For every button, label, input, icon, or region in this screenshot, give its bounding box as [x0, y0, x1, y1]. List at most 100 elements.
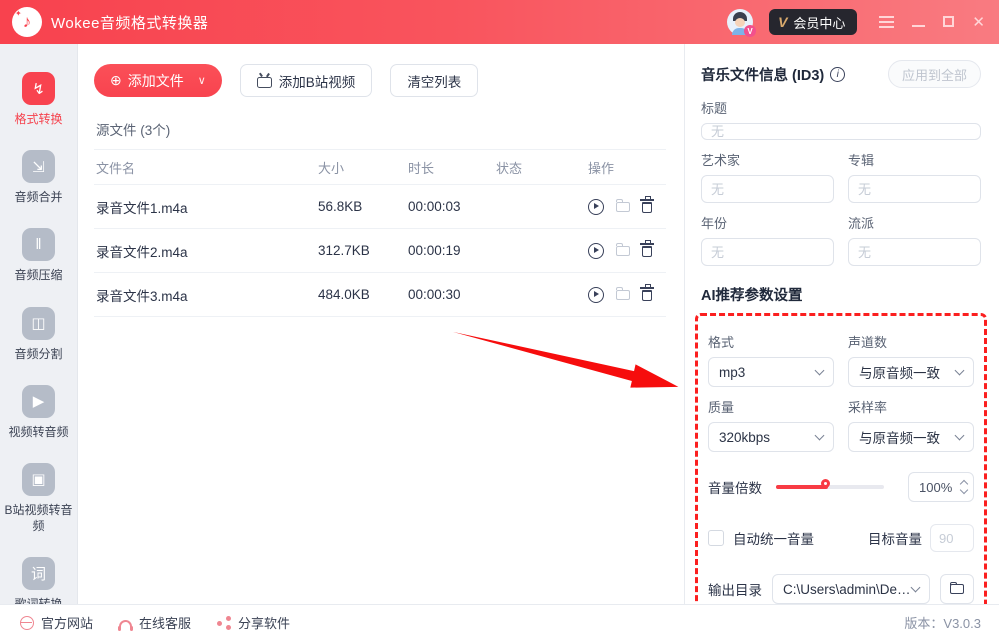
- volume-value-stepper[interactable]: 100%: [908, 472, 974, 502]
- user-avatar[interactable]: V: [727, 9, 753, 35]
- format-select-label: 格式: [708, 332, 834, 351]
- member-center-button[interactable]: V 会员中心: [769, 9, 857, 35]
- vip-v-icon: V: [778, 14, 787, 30]
- info-icon[interactable]: i: [830, 67, 845, 82]
- format-select[interactable]: mp3: [708, 357, 834, 387]
- sparkle-icon: ✦: [15, 9, 22, 18]
- plus-circle-icon: ⊕: [110, 72, 122, 89]
- chevron-down-icon: [955, 365, 965, 375]
- add-bilibili-button[interactable]: 添加B站视频: [240, 64, 373, 97]
- version-text: 版本：V3.0.3: [904, 613, 981, 632]
- lyrics-icon: 词: [22, 557, 55, 590]
- tv-icon: [257, 77, 272, 88]
- source-files-title: 源文件 (3个): [96, 119, 666, 139]
- id3-section-title: 音乐文件信息 (ID3): [701, 64, 824, 85]
- delete-icon[interactable]: [642, 202, 652, 213]
- open-folder-icon[interactable]: [616, 246, 630, 256]
- audio-split-icon: ◫: [22, 307, 55, 340]
- chevron-down-icon: [815, 430, 825, 440]
- folder-icon: [950, 584, 964, 594]
- table-header: 文件名 大小 时长 状态 操作: [94, 149, 666, 185]
- add-files-button[interactable]: ⊕ 添加文件 ∨: [94, 64, 222, 97]
- table-row[interactable]: 录音文件3.m4a 484.0KB 00:00:30: [94, 273, 666, 317]
- sidebar-item-video-to-audio[interactable]: ▶ 视频转音频: [3, 385, 75, 440]
- audio-compress-icon: ‖: [22, 228, 55, 261]
- title-bar: ✦ ♪ Wokee音频格式转换器 V V 会员中心 ✕: [0, 0, 999, 44]
- open-folder-icon[interactable]: [616, 202, 630, 212]
- play-icon[interactable]: [588, 287, 604, 303]
- menu-icon[interactable]: [879, 13, 894, 31]
- table-row[interactable]: 录音文件2.m4a 312.7KB 00:00:19: [94, 229, 666, 273]
- chevron-down-icon: [911, 582, 921, 592]
- volume-slider[interactable]: [776, 485, 884, 489]
- app-title: Wokee音频格式转换器: [51, 12, 208, 33]
- title-field-label: 标题: [701, 98, 981, 117]
- app-logo: ✦ ♪: [12, 7, 42, 37]
- official-site-link[interactable]: 官方网站: [20, 613, 93, 632]
- output-dir-select[interactable]: C:\Users\admin\Deskt...: [772, 574, 930, 604]
- video-to-audio-icon: ▶: [22, 385, 55, 418]
- ai-params-annotation-box: 格式 mp3 声道数 与原音频一致: [695, 313, 987, 621]
- ai-params-section-title: AI推荐参数设置: [701, 284, 981, 305]
- artist-field[interactable]: [701, 175, 834, 203]
- genre-field-label: 流派: [848, 213, 981, 232]
- samplerate-select-label: 采样率: [848, 397, 974, 416]
- chevron-down-icon: ∨: [198, 74, 206, 87]
- album-field-label: 专辑: [848, 150, 981, 169]
- apply-to-all-button[interactable]: 应用到全部: [888, 60, 981, 88]
- maximize-button[interactable]: [943, 15, 954, 30]
- share-icon: [217, 616, 231, 630]
- play-icon[interactable]: [588, 199, 604, 215]
- audio-merge-icon: ⇲: [22, 150, 55, 183]
- auto-volume-label: 自动统一音量: [733, 528, 814, 548]
- volume-multiplier-label: 音量倍数: [708, 477, 762, 497]
- target-volume-field[interactable]: [930, 524, 974, 552]
- title-field[interactable]: [701, 123, 981, 140]
- sidebar-item-audio-compress[interactable]: ‖ 音频压缩: [3, 228, 75, 283]
- open-folder-icon[interactable]: [616, 290, 630, 300]
- file-table: 文件名 大小 时长 状态 操作 录音文件1.m4a 56.8KB 00:00:0…: [94, 149, 666, 317]
- main-panel: ⊕ 添加文件 ∨ 添加B站视频 清空列表 源文件 (3个) 文件名 大小 时长: [78, 44, 685, 604]
- chevron-down-icon: [815, 365, 825, 375]
- play-icon[interactable]: [588, 243, 604, 259]
- music-note-icon: ♪: [23, 12, 32, 32]
- minimize-button[interactable]: [912, 15, 925, 30]
- sidebar: ↯ 格式转换 ⇲ 音频合并 ‖ 音频压缩 ◫ 音频分割 ▶ 视频转音频 ▣ B站…: [0, 44, 78, 604]
- artist-field-label: 艺术家: [701, 150, 834, 169]
- clear-list-button[interactable]: 清空列表: [390, 64, 478, 97]
- vip-badge-icon: V: [744, 25, 756, 37]
- headset-icon: [119, 620, 132, 629]
- chevron-down-icon: [955, 430, 965, 440]
- album-field[interactable]: [848, 175, 981, 203]
- sidebar-item-audio-merge[interactable]: ⇲ 音频合并: [3, 150, 75, 205]
- settings-panel: 音乐文件信息 (ID3) i 应用到全部 标题 艺术家 专辑 年份: [685, 44, 999, 604]
- sidebar-item-format-convert[interactable]: ↯ 格式转换: [3, 72, 75, 127]
- channels-select[interactable]: 与原音频一致: [848, 357, 974, 387]
- year-field-label: 年份: [701, 213, 834, 232]
- spin-down-icon[interactable]: [960, 486, 968, 494]
- auto-volume-checkbox[interactable]: [708, 530, 724, 546]
- bilibili-tv-icon: ▣: [22, 463, 55, 496]
- table-row[interactable]: 录音文件1.m4a 56.8KB 00:00:03: [94, 185, 666, 229]
- format-convert-icon: ↯: [22, 72, 55, 105]
- slider-handle[interactable]: [821, 479, 830, 488]
- delete-icon[interactable]: [642, 246, 652, 257]
- share-software-link[interactable]: 分享软件: [217, 613, 290, 632]
- target-volume-label: 目标音量: [868, 528, 922, 548]
- browse-folder-button[interactable]: [940, 574, 974, 604]
- sidebar-item-audio-split[interactable]: ◫ 音频分割: [3, 307, 75, 362]
- status-bar: 官方网站 在线客服 分享软件 版本：V3.0.3: [0, 604, 999, 640]
- app-window: ✦ ♪ Wokee音频格式转换器 V V 会员中心 ✕ ↯: [0, 0, 999, 640]
- quality-select[interactable]: 320kbps: [708, 422, 834, 452]
- delete-icon[interactable]: [642, 290, 652, 301]
- samplerate-select[interactable]: 与原音频一致: [848, 422, 974, 452]
- close-button[interactable]: ✕: [972, 15, 985, 30]
- output-dir-label: 输出目录: [708, 579, 762, 599]
- globe-icon: [20, 616, 34, 630]
- year-field[interactable]: [701, 238, 834, 266]
- channels-select-label: 声道数: [848, 332, 974, 351]
- sidebar-item-bilibili-to-audio[interactable]: ▣ B站视频转音频: [3, 463, 75, 534]
- genre-field[interactable]: [848, 238, 981, 266]
- online-support-link[interactable]: 在线客服: [119, 613, 191, 632]
- quality-select-label: 质量: [708, 397, 834, 416]
